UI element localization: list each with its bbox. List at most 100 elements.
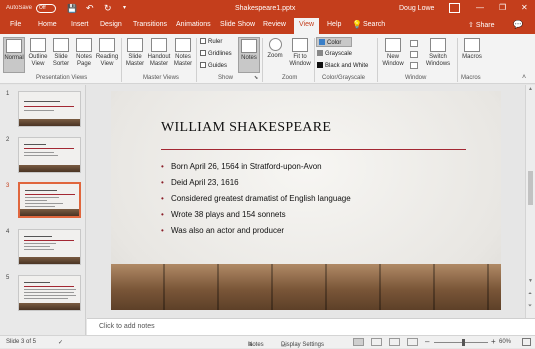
fit-slide-icon[interactable] xyxy=(522,338,531,346)
slide-sorter-status-icon[interactable] xyxy=(371,338,382,346)
previous-slide-icon[interactable]: ⏶ xyxy=(528,291,532,297)
slide-show-status-icon[interactable] xyxy=(407,338,418,346)
notes-pane[interactable]: Click to add notes xyxy=(87,318,535,335)
thumbnail-text-line xyxy=(24,155,58,156)
scroll-thumb[interactable] xyxy=(528,171,533,205)
zoom-in-button[interactable]: + xyxy=(491,337,496,346)
thumbnail-rule xyxy=(24,286,74,287)
thumbnail-rule xyxy=(24,240,74,241)
guides-checkbox[interactable]: Guides xyxy=(200,62,227,69)
slide-counter: Slide 3 of 5 xyxy=(6,339,37,345)
gridlines-checkbox[interactable]: Gridlines xyxy=(200,50,232,57)
qat-customize-icon[interactable]: ▾ xyxy=(123,4,126,11)
outline-view-label-2: View xyxy=(31,61,45,67)
grayscale-button[interactable]: Grayscale xyxy=(317,50,352,57)
tab-design[interactable]: Design xyxy=(100,21,122,28)
next-slide-icon[interactable]: ⏷ xyxy=(528,303,532,309)
slide-thumbnail-5[interactable] xyxy=(18,275,81,311)
zoom-slider[interactable] xyxy=(434,342,488,343)
title-bar: AutoSave Off 💾 ↶ ↻ ▾ Shakespeare1.pptx D… xyxy=(0,0,535,18)
ribbon-display-options-icon[interactable] xyxy=(449,3,460,13)
cascade-icon[interactable] xyxy=(410,51,418,58)
normal-view-status-icon[interactable] xyxy=(353,338,364,346)
thumbnail-number: 2 xyxy=(6,137,10,143)
tab-view[interactable]: View xyxy=(294,18,320,34)
thumbnail-title-line xyxy=(24,236,52,237)
tab-file[interactable]: File xyxy=(10,21,21,28)
vertical-scrollbar[interactable]: ▲ ▼ ⏶ ⏷ xyxy=(525,85,535,318)
current-slide[interactable]: WILLIAM SHAKESPEARE Born April 26, 1564 … xyxy=(111,91,501,310)
zoom-label: Zoom xyxy=(267,53,283,59)
ruler-checkbox-box xyxy=(200,38,206,44)
slide-thumbnail-4[interactable] xyxy=(18,229,81,265)
thumbnail-text-line xyxy=(24,289,76,290)
switch-windows-icon xyxy=(430,38,446,52)
slide-master-button[interactable]: Slide Master xyxy=(124,37,146,73)
close-button[interactable]: ✕ xyxy=(521,3,528,12)
zoom-button[interactable]: Zoom xyxy=(265,37,285,73)
collapse-ribbon-icon[interactable]: ˄ xyxy=(522,74,526,81)
document-title: Shakespeare1.pptx xyxy=(235,5,296,12)
share-button[interactable]: ⇧ Share xyxy=(468,21,495,29)
color-label: Color xyxy=(327,40,342,46)
notes-master-button[interactable]: Notes Master xyxy=(172,37,194,73)
notes-toggle-button[interactable]: Notes xyxy=(238,37,260,73)
zoom-out-button[interactable]: – xyxy=(425,337,429,346)
thumbnail-text-line xyxy=(25,197,59,198)
slide-thumbnail-2[interactable] xyxy=(18,137,81,173)
slide-title[interactable]: WILLIAM SHAKESPEARE xyxy=(161,120,331,136)
notes-page-button[interactable]: Notes Page xyxy=(73,37,95,73)
group-separator xyxy=(377,38,378,82)
undo-icon[interactable]: ↶ xyxy=(86,3,94,14)
tell-me-search[interactable]: Search xyxy=(363,21,385,28)
slide-thumbnail-3[interactable] xyxy=(18,182,81,218)
tab-insert[interactable]: Insert xyxy=(71,21,89,28)
new-window-button[interactable]: New Window xyxy=(381,37,405,73)
notes-placeholder: Click to add notes xyxy=(99,323,155,330)
zoom-percentage[interactable]: 60% xyxy=(499,339,511,345)
tab-animations[interactable]: Animations xyxy=(176,21,211,28)
fit-to-window-label-2: Window xyxy=(289,61,311,67)
scroll-up-icon[interactable]: ▲ xyxy=(528,86,533,92)
outline-view-button[interactable]: Outline View xyxy=(27,37,49,73)
slide-thumbnail-1[interactable] xyxy=(18,91,81,127)
slide-bullet-list[interactable]: Born April 26, 1564 in Stratford-upon-Av… xyxy=(161,159,351,239)
redo-icon[interactable]: ↻ xyxy=(104,3,112,14)
fit-to-window-button[interactable]: Fit to Window xyxy=(287,37,313,73)
slide-master-label-1: Slide xyxy=(128,54,142,60)
tab-home[interactable]: Home xyxy=(38,21,57,28)
comments-icon[interactable]: 💬 xyxy=(513,20,523,29)
slide-sorter-button[interactable]: Slide Sorter xyxy=(50,37,72,73)
arrange-all-icon[interactable] xyxy=(410,40,418,47)
autosave-toggle[interactable]: Off xyxy=(36,4,56,13)
black-and-white-button[interactable]: Black and White xyxy=(317,62,368,69)
restore-button[interactable]: ❐ xyxy=(499,3,506,12)
normal-view-button[interactable]: Normal xyxy=(3,37,25,73)
thumbnail-title-line xyxy=(25,190,57,191)
spellcheck-icon[interactable]: ✓ xyxy=(58,339,63,346)
color-button[interactable]: Color xyxy=(316,37,352,47)
minimize-button[interactable]: — xyxy=(476,3,484,12)
show-dialog-launcher-icon[interactable]: ⬊ xyxy=(254,75,258,81)
switch-windows-button[interactable]: Switch Windows xyxy=(423,37,453,73)
tab-slide-show[interactable]: Slide Show xyxy=(220,21,255,28)
title-underline xyxy=(161,149,466,150)
reading-view-icon xyxy=(99,38,115,52)
zoom-slider-thumb[interactable] xyxy=(462,339,465,346)
save-icon[interactable]: 💾 xyxy=(67,4,77,13)
handout-master-button[interactable]: Handout Master xyxy=(147,37,171,73)
tab-transitions[interactable]: Transitions xyxy=(133,21,167,28)
macros-icon xyxy=(464,38,480,52)
user-name[interactable]: Doug Lowe xyxy=(399,5,434,12)
move-split-icon[interactable] xyxy=(410,62,418,69)
ruler-checkbox[interactable]: Ruler xyxy=(200,38,222,45)
tab-help[interactable]: Help xyxy=(327,21,341,28)
black-and-white-label: Black and White xyxy=(325,63,369,69)
tab-review[interactable]: Review xyxy=(263,21,286,28)
scroll-down-icon[interactable]: ▼ xyxy=(528,278,533,284)
group-show: Show xyxy=(218,75,234,81)
status-notes-label: Notes xyxy=(248,342,264,348)
reading-view-button[interactable]: Reading View xyxy=(95,37,119,73)
reading-view-status-icon[interactable] xyxy=(389,338,400,346)
macros-button[interactable]: Macros xyxy=(460,37,484,73)
